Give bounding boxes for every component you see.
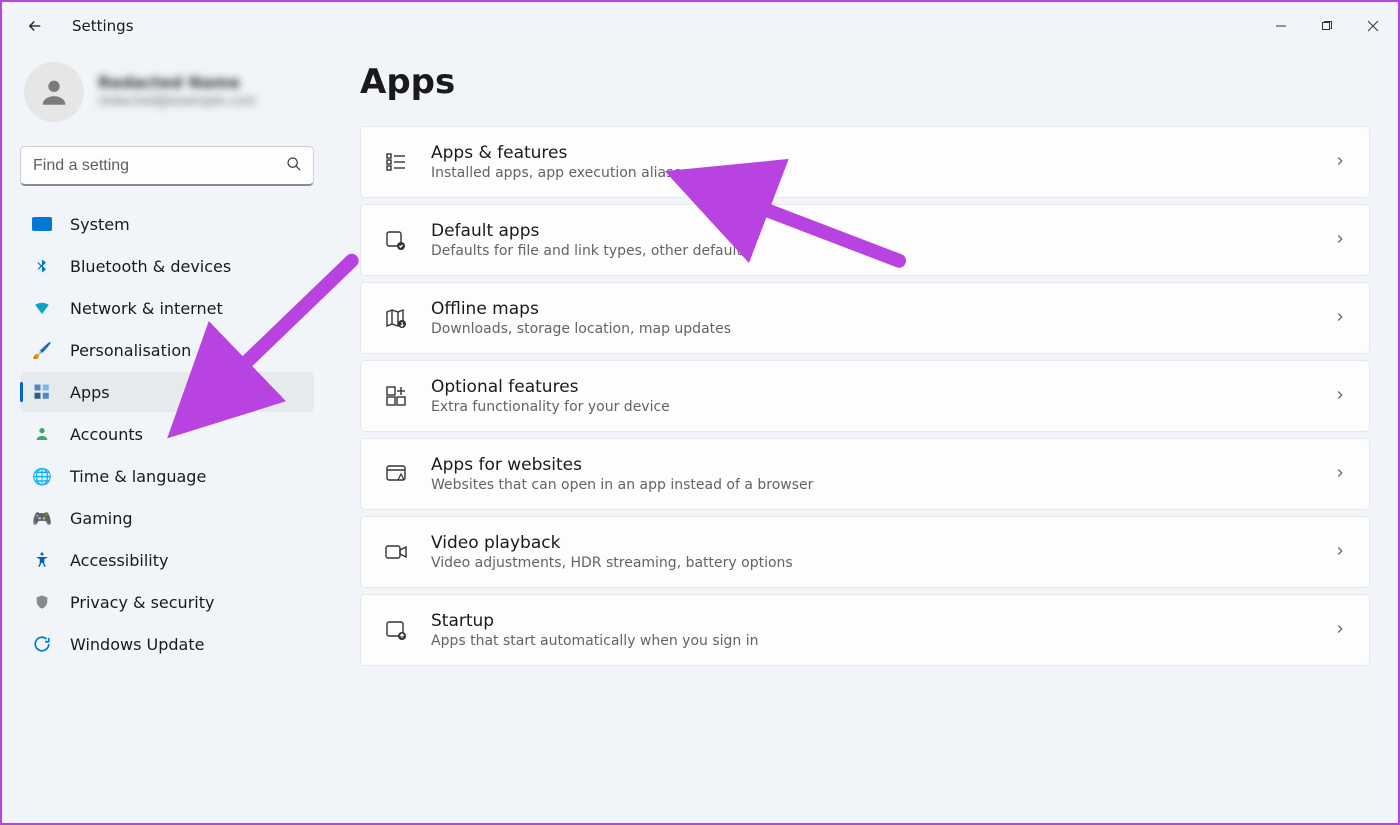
card-apps-for-websites[interactable]: Apps for websites Websites that can open … — [360, 438, 1370, 510]
monitor-icon — [32, 214, 52, 234]
card-subtitle: Installed apps, app execution aliases — [431, 165, 1311, 181]
profile-email: redacted@example.com — [98, 94, 257, 111]
sidebar-item-time-language[interactable]: 🌐 Time & language — [20, 456, 314, 496]
card-subtitle: Downloads, storage location, map updates — [431, 321, 1311, 337]
card-title: Startup — [431, 611, 1311, 631]
video-playback-icon — [383, 539, 409, 565]
sidebar-item-label: Bluetooth & devices — [70, 257, 231, 276]
card-startup[interactable]: Startup Apps that start automatically whe… — [360, 594, 1370, 666]
search-input[interactable] — [20, 146, 314, 186]
sidebar-item-network-internet[interactable]: Network & internet — [20, 288, 314, 328]
card-title: Apps for websites — [431, 455, 1311, 475]
card-title: Apps & features — [431, 143, 1311, 163]
window-controls — [1258, 10, 1396, 42]
sidebar-item-accessibility[interactable]: Accessibility — [20, 540, 314, 580]
sidebar-item-label: Personalisation — [70, 341, 191, 360]
card-title: Optional features — [431, 377, 1311, 397]
sidebar-item-windows-update[interactable]: Windows Update — [20, 624, 314, 664]
settings-cards: Apps & features Installed apps, app execu… — [360, 126, 1370, 666]
sidebar-item-label: Privacy & security — [70, 593, 214, 612]
minimize-button[interactable] — [1258, 10, 1304, 42]
sidebar-item-accounts[interactable]: Accounts — [20, 414, 314, 454]
default-apps-icon — [383, 227, 409, 253]
apps-websites-icon — [383, 461, 409, 487]
startup-icon — [383, 617, 409, 643]
chevron-right-icon — [1333, 153, 1347, 172]
windows-update-icon — [32, 634, 52, 654]
card-optional-features[interactable]: Optional features Extra functionality for… — [360, 360, 1370, 432]
sidebar-item-label: Gaming — [70, 509, 133, 528]
card-subtitle: Websites that can open in an app instead… — [431, 477, 1311, 493]
bluetooth-icon — [32, 256, 52, 276]
maximize-button[interactable] — [1304, 10, 1350, 42]
profile-name: Redacted Name — [98, 73, 257, 94]
card-body: Apps for websites Websites that can open … — [431, 455, 1311, 493]
person-icon — [32, 424, 52, 444]
card-title: Offline maps — [431, 299, 1311, 319]
shield-icon — [32, 592, 52, 612]
chevron-right-icon — [1333, 543, 1347, 562]
sidebar-item-system[interactable]: System — [20, 204, 314, 244]
close-button[interactable] — [1350, 10, 1396, 42]
accessibility-icon — [32, 550, 52, 570]
person-icon — [37, 75, 71, 109]
card-title: Video playback — [431, 533, 1311, 553]
search-icon — [286, 156, 302, 176]
card-subtitle: Extra functionality for your device — [431, 399, 1311, 415]
sidebar-item-label: Accessibility — [70, 551, 168, 570]
apps-features-icon — [383, 149, 409, 175]
optional-features-icon — [383, 383, 409, 409]
card-apps-features[interactable]: Apps & features Installed apps, app execu… — [360, 126, 1370, 198]
chevron-right-icon — [1333, 621, 1347, 640]
card-body: Video playback Video adjustments, HDR str… — [431, 533, 1311, 571]
globe-clock-icon: 🌐 — [32, 466, 52, 486]
chevron-right-icon — [1333, 465, 1347, 484]
card-subtitle: Defaults for file and link types, other … — [431, 243, 1311, 259]
sidebar-item-apps[interactable]: Apps — [20, 372, 314, 412]
card-body: Optional features Extra functionality for… — [431, 377, 1311, 415]
card-video-playback[interactable]: Video playback Video adjustments, HDR str… — [360, 516, 1370, 588]
search-wrap — [20, 146, 314, 186]
main-content: Apps Apps & features Installed apps, app … — [332, 50, 1398, 823]
card-body: Offline maps Downloads, storage location,… — [431, 299, 1311, 337]
sidebar-item-label: Time & language — [70, 467, 206, 486]
sidebar-item-bluetooth-devices[interactable]: Bluetooth & devices — [20, 246, 314, 286]
sidebar-item-gaming[interactable]: 🎮 Gaming — [20, 498, 314, 538]
sidebar-item-label: Accounts — [70, 425, 143, 444]
card-subtitle: Apps that start automatically when you s… — [431, 633, 1311, 649]
profile-text: Redacted Name redacted@example.com — [98, 73, 257, 111]
offline-maps-icon — [383, 305, 409, 331]
card-body: Default apps Defaults for file and link t… — [431, 221, 1311, 259]
sidebar-item-privacy-security[interactable]: Privacy & security — [20, 582, 314, 622]
card-subtitle: Video adjustments, HDR streaming, batter… — [431, 555, 1311, 571]
sidebar-item-label: Apps — [70, 383, 110, 402]
sidebar: Redacted Name redacted@example.com Syste… — [2, 50, 332, 823]
wifi-icon — [32, 298, 52, 318]
profile-block[interactable]: Redacted Name redacted@example.com — [20, 62, 314, 122]
window-title: Settings — [72, 17, 134, 35]
sidebar-item-personalisation[interactable]: 🖌️ Personalisation — [20, 330, 314, 370]
apps-icon — [32, 382, 52, 402]
titlebar: Settings — [2, 2, 1398, 50]
chevron-right-icon — [1333, 309, 1347, 328]
card-title: Default apps — [431, 221, 1311, 241]
sidebar-item-label: Network & internet — [70, 299, 223, 318]
sidebar-nav: System Bluetooth & devices Network & inter… — [20, 204, 314, 664]
chevron-right-icon — [1333, 231, 1347, 250]
sidebar-item-label: Windows Update — [70, 635, 204, 654]
card-offline-maps[interactable]: Offline maps Downloads, storage location,… — [360, 282, 1370, 354]
back-button[interactable] — [26, 17, 44, 35]
gamepad-icon: 🎮 — [32, 508, 52, 528]
paintbrush-icon: 🖌️ — [32, 340, 52, 360]
card-body: Startup Apps that start automatically whe… — [431, 611, 1311, 649]
card-default-apps[interactable]: Default apps Defaults for file and link t… — [360, 204, 1370, 276]
avatar — [24, 62, 84, 122]
page-title: Apps — [360, 62, 1370, 102]
card-body: Apps & features Installed apps, app execu… — [431, 143, 1311, 181]
chevron-right-icon — [1333, 387, 1347, 406]
sidebar-item-label: System — [70, 215, 130, 234]
